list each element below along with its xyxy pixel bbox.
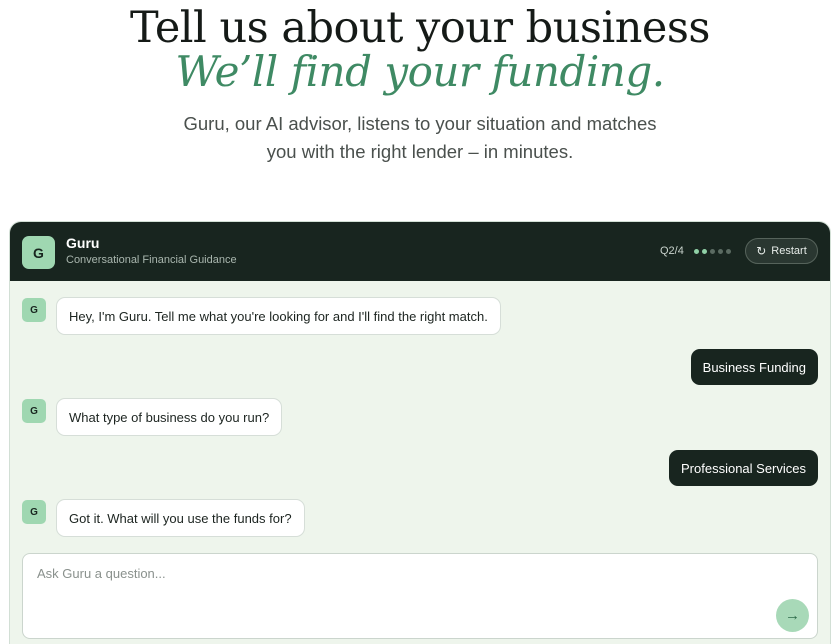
- chat-header: G Guru Conversational Financial Guidance…: [10, 222, 830, 281]
- send-button[interactable]: →: [776, 599, 809, 632]
- bot-message: What type of business do you run?: [56, 398, 283, 436]
- bot-message-avatar: G: [22, 298, 46, 322]
- bot-message: Hey, I'm Guru. Tell me what you're looki…: [56, 297, 501, 335]
- progress-dot: [718, 249, 723, 254]
- page-subtitle: We’ll find your funding.: [175, 47, 665, 96]
- question-progress: Q2/4: [660, 245, 684, 257]
- message-composer: →: [22, 553, 818, 639]
- user-message: Professional Services: [669, 450, 818, 486]
- bot-message: Got it. What will you use the funds for?: [56, 499, 305, 537]
- arrow-right-icon: →: [785, 607, 800, 624]
- bot-message-avatar: G: [22, 399, 46, 423]
- page-description: Guru, our AI advisor, listens to your si…: [183, 113, 657, 162]
- progress-dots: [694, 249, 731, 254]
- message-input[interactable]: [37, 566, 757, 581]
- guru-avatar: G: [22, 236, 55, 269]
- refresh-icon: ↻: [756, 244, 767, 258]
- bot-tagline: Conversational Financial Guidance: [66, 254, 237, 266]
- progress-dot: [694, 249, 699, 254]
- restart-label: Restart: [771, 245, 807, 257]
- bot-message-avatar: G: [22, 500, 46, 524]
- progress-dot: [726, 249, 731, 254]
- restart-button[interactable]: ↻ Restart: [745, 238, 818, 264]
- chat-widget: G Guru Conversational Financial Guidance…: [9, 221, 831, 644]
- user-message: Business Funding: [690, 349, 818, 385]
- bot-name: Guru: [66, 235, 100, 251]
- progress-dot: [702, 249, 707, 254]
- progress-dot: [710, 249, 715, 254]
